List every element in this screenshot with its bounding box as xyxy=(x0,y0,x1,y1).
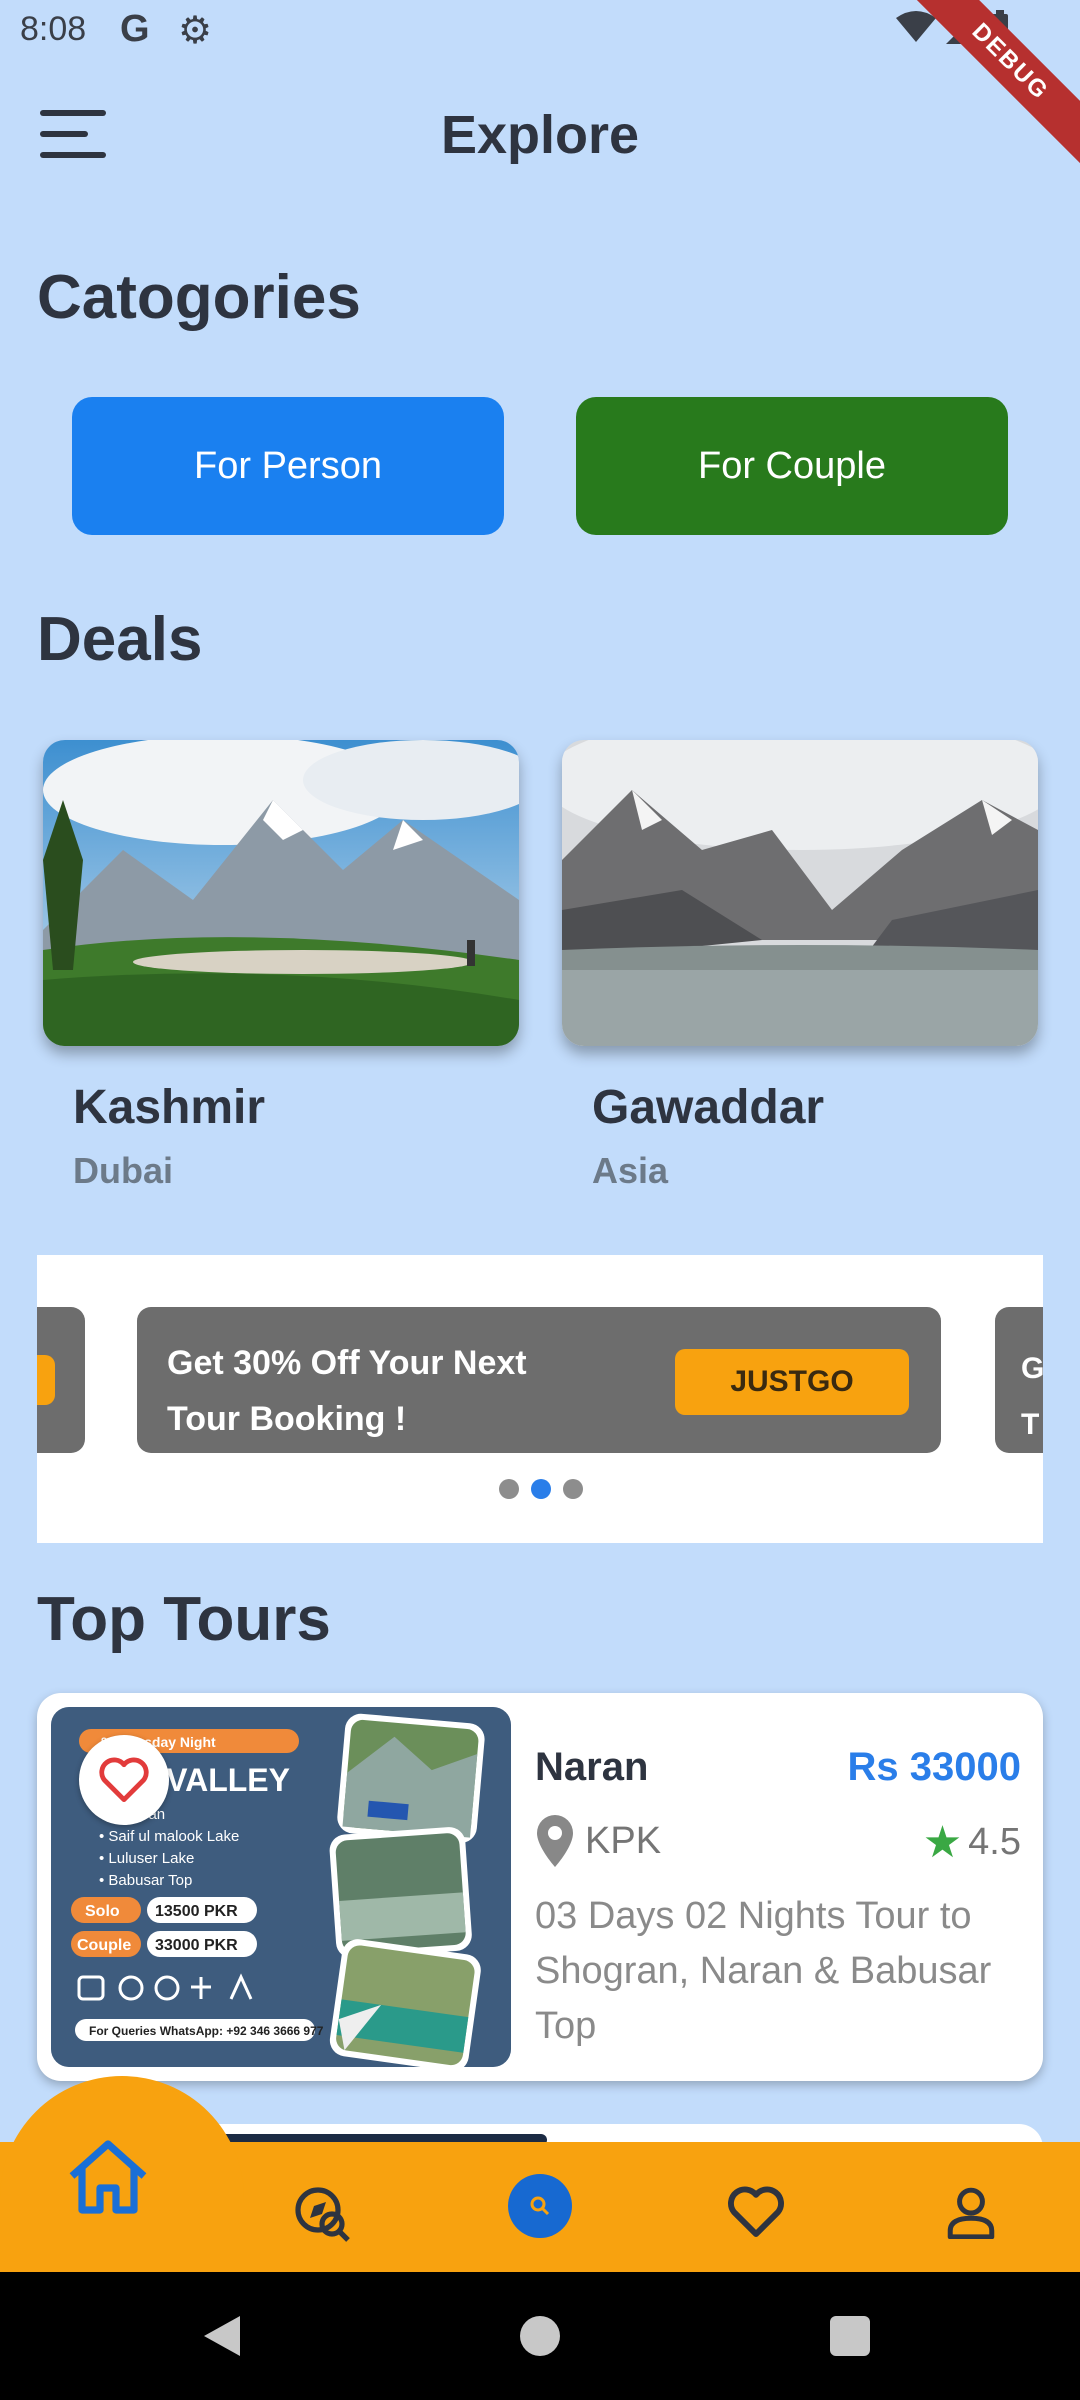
svg-text:For Queries WhatsApp: +92 346: For Queries WhatsApp: +92 346 3666 977 xyxy=(89,2024,324,2038)
deal-image xyxy=(562,740,1038,1046)
svg-text:13500 PKR: 13500 PKR xyxy=(155,1903,238,1920)
favorite-button[interactable] xyxy=(79,1735,169,1825)
status-time: 8:08 xyxy=(20,10,87,48)
categories-title: Catogories xyxy=(37,263,361,332)
for-person-button[interactable]: For Person xyxy=(72,397,504,535)
deal-subtitle: Asia xyxy=(592,1150,669,1191)
carousel-dot[interactable] xyxy=(563,1479,583,1499)
tour-description: 03 Days 02 Nights Tour to Shogran, Naran… xyxy=(535,1895,992,2047)
promo-banner-prev[interactable] xyxy=(37,1307,85,1453)
for-couple-button[interactable]: For Couple xyxy=(576,397,1008,535)
promo-text: Get 30% Off Your Next Tour Booking ! xyxy=(167,1335,647,1447)
carousel-dot-active[interactable] xyxy=(531,1479,551,1499)
deal-card-gawaddar[interactable]: Gawaddar Asia xyxy=(562,740,1038,1191)
tour-location: KPK xyxy=(535,1815,661,1867)
deal-image xyxy=(43,740,519,1046)
deal-title: Kashmir xyxy=(73,1081,266,1134)
heart-icon xyxy=(99,1757,149,1803)
nav-favorites[interactable] xyxy=(718,2174,794,2250)
system-nav-bar xyxy=(0,2272,1080,2400)
deal-card-kashmir[interactable]: Kashmir Dubai xyxy=(43,740,519,1191)
nav-explore[interactable] xyxy=(282,2174,362,2254)
nav-home[interactable] xyxy=(60,2128,156,2224)
deals-title: Deals xyxy=(37,605,203,674)
favorite-icon xyxy=(728,2186,784,2238)
back-icon[interactable] xyxy=(200,2314,244,2358)
page-title: Explore xyxy=(440,105,640,165)
promo-line-2: Tour Booking ! xyxy=(167,1400,407,1438)
gear-icon: ⚙ xyxy=(178,10,213,52)
star-icon: ★ xyxy=(922,1818,963,1867)
top-tours-title: Top Tours xyxy=(37,1585,331,1654)
justgo-button[interactable]: JUSTGO xyxy=(675,1349,909,1415)
profile-icon xyxy=(947,2187,995,2239)
deal-subtitle: Dubai xyxy=(73,1150,174,1191)
nav-search[interactable] xyxy=(508,2174,572,2238)
carousel-dots xyxy=(499,1479,583,1499)
app-bar: Explore xyxy=(0,80,1080,190)
tour-card[interactable]: & Thursday Night AN VALLEY • Shogran • S… xyxy=(37,1693,1043,2081)
nav-profile[interactable] xyxy=(936,2174,1006,2250)
tour-location-text: KPK xyxy=(585,1819,662,1862)
promo-banner-next[interactable]: GT xyxy=(995,1307,1043,1453)
wifi-icon xyxy=(896,11,936,42)
location-pin-icon xyxy=(537,1815,573,1867)
svg-text:• Luluser Lake: • Luluser Lake xyxy=(99,1850,194,1867)
home-button[interactable] xyxy=(520,2316,560,2356)
promo-banner[interactable]: Get 30% Off Your Next Tour Booking ! JUS… xyxy=(137,1307,941,1453)
home-icon xyxy=(69,2140,147,2214)
promo-line-1: Get 30% Off Your Next xyxy=(167,1344,527,1382)
search-icon xyxy=(530,2196,550,2216)
tour-rating: ★ 4.5 xyxy=(923,1817,1021,1868)
svg-text:33000 PKR: 33000 PKR xyxy=(155,1937,238,1954)
tour-rating-value: 4.5 xyxy=(968,1821,1021,1863)
status-bar: 8:08 G ⚙ xyxy=(0,0,1080,64)
google-icon: G xyxy=(120,8,150,50)
carousel-dot[interactable] xyxy=(499,1479,519,1499)
svg-text:• Saif ul malook Lake: • Saif ul malook Lake xyxy=(99,1828,239,1845)
tour-image: & Thursday Night AN VALLEY • Shogran • S… xyxy=(51,1707,511,2067)
deal-title: Gawaddar xyxy=(592,1081,825,1134)
svg-text:Couple: Couple xyxy=(77,1937,131,1954)
tour-name: Naran xyxy=(535,1745,649,1789)
explore-icon xyxy=(295,2187,350,2242)
svg-text:Solo: Solo xyxy=(85,1903,120,1920)
tour-price: Rs 33000 xyxy=(847,1745,1021,1789)
recents-button[interactable] xyxy=(830,2316,870,2356)
promo-carousel[interactable]: Get 30% Off Your Next Tour Booking ! JUS… xyxy=(37,1255,1043,1543)
svg-text:• Babusar Top: • Babusar Top xyxy=(99,1872,192,1889)
